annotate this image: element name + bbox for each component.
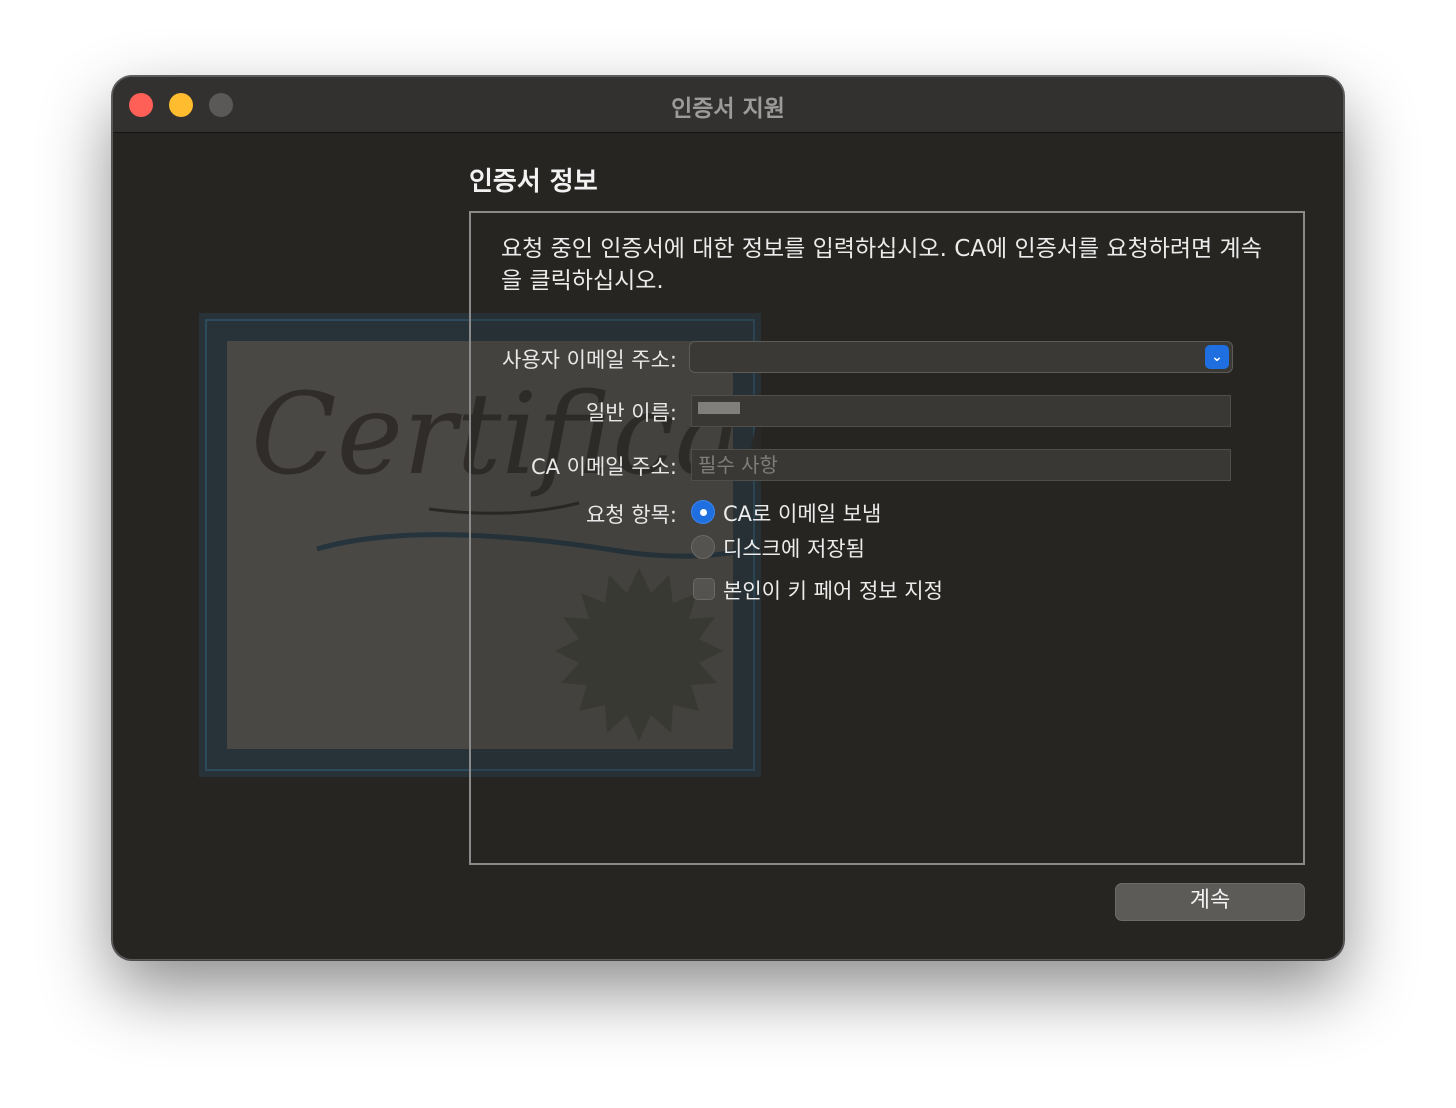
title-bar: 인증서 지원 xyxy=(113,77,1343,133)
instructions-text: 요청 중인 인증서에 대한 정보를 입력하십시오. CA에 인증서를 요청하려면… xyxy=(501,236,1262,294)
request-label: 요청 항목: xyxy=(585,503,677,527)
common-name-field[interactable] xyxy=(691,395,1231,427)
redacted-name xyxy=(698,402,740,414)
chevron-down-icon: ⌄ xyxy=(1211,349,1223,365)
certificate-assistant-window: 인증서 지원 Certificate 인증서 정보 요청 중인 인증서에 대한 … xyxy=(112,76,1344,960)
ca-email-field[interactable]: 필수 사항 xyxy=(691,449,1231,481)
user-email-label: 사용자 이메일 주소: xyxy=(502,348,677,372)
section-title: 인증서 정보 xyxy=(469,167,598,197)
ca-email-placeholder: 필수 사항 xyxy=(698,453,778,477)
ca-email-label: CA 이메일 주소: xyxy=(530,455,677,479)
combo-dropdown-button[interactable]: ⌄ xyxy=(1205,345,1229,369)
window-title: 인증서 지원 xyxy=(671,96,785,122)
radio-email-to-ca-label[interactable]: CA로 이메일 보냄 xyxy=(723,498,881,528)
radio-save-to-disk[interactable] xyxy=(691,535,715,559)
keypair-checkbox-label[interactable]: 본인이 키 페어 정보 지정 xyxy=(723,575,943,605)
radio-save-to-disk-label[interactable]: 디스크에 저장됨 xyxy=(723,533,865,563)
certificate-info-panel: 요청 중인 인증서에 대한 정보를 입력하십시오. CA에 인증서를 요청하려면… xyxy=(469,211,1305,865)
user-email-combobox[interactable]: ⌄ xyxy=(689,341,1233,373)
continue-button[interactable]: 계속 xyxy=(1115,883,1305,921)
radio-email-to-ca[interactable] xyxy=(691,500,715,524)
common-name-label: 일반 이름: xyxy=(585,401,677,425)
keypair-checkbox[interactable] xyxy=(693,578,715,600)
